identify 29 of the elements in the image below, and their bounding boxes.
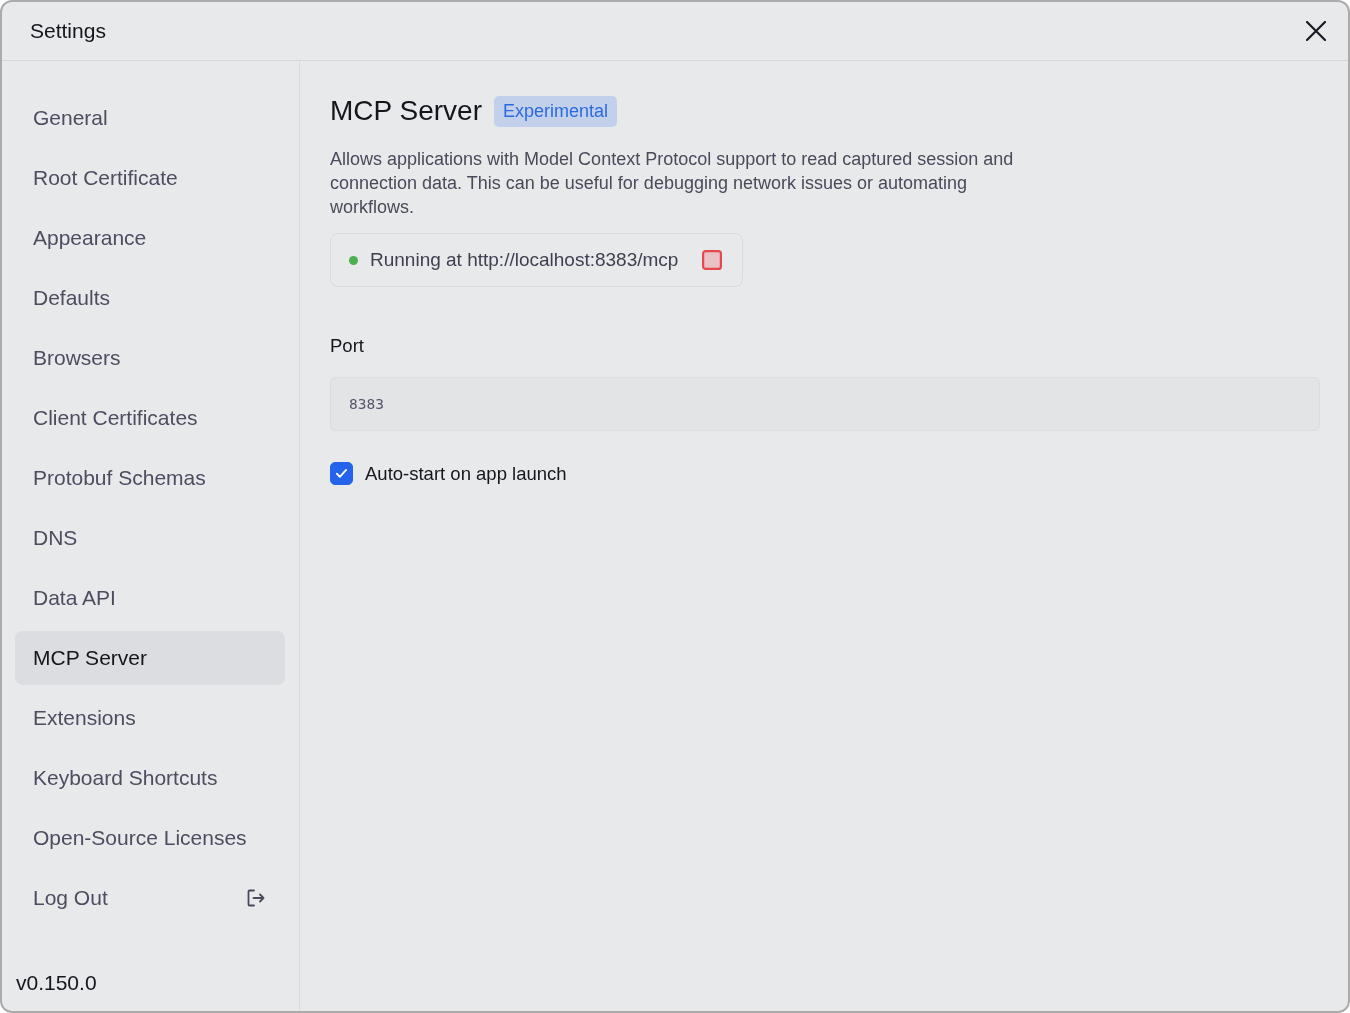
sidebar-item[interactable]: DNS [15, 511, 285, 565]
logout-icon [247, 889, 265, 907]
checkbox[interactable] [330, 462, 353, 485]
sidebar-item[interactable]: Defaults [15, 271, 285, 325]
status-text: Running at http://localhost:8383/mcp [370, 249, 679, 271]
sidebar-item[interactable]: General [15, 91, 285, 145]
sidebar-item[interactable]: MCP Server [15, 631, 285, 685]
window-title: Settings [30, 19, 106, 43]
port-input[interactable]: 8383 [330, 377, 1320, 431]
sidebar-item[interactable]: Open-Source Licenses [15, 811, 285, 865]
sidebar-item[interactable]: Client Certificates [15, 391, 285, 445]
stop-icon[interactable] [702, 250, 723, 270]
close-button[interactable] [1306, 21, 1326, 41]
sidebar-item[interactable]: Log Out [15, 871, 285, 925]
sidebar-item[interactable]: Protobuf Schemas [15, 451, 285, 505]
description-text: Allows applications with Model Context Protocol support to read captured session and connection data. This can be useful for debugging network issues or automating workflows. [330, 148, 1015, 219]
checkbox-label: Auto-start on app launch [365, 462, 567, 485]
sidebar-item[interactable]: Extensions [15, 691, 285, 745]
page-title: MCP Server [330, 95, 482, 127]
close-icon [1306, 21, 1326, 41]
sidebar-item[interactable]: Appearance [15, 211, 285, 265]
port-label: Port [330, 335, 364, 357]
sidebar-item[interactable]: Keyboard Shortcuts [15, 751, 285, 805]
version-label: v0.150.0 [16, 971, 97, 995]
experimental-badge: Experimental [493, 95, 617, 127]
checkmark-icon [336, 469, 347, 478]
sidebar-item[interactable]: Data API [15, 571, 285, 625]
sidebar-item[interactable]: Root Certificate [15, 151, 285, 205]
sidebar-item[interactable]: Browsers [15, 331, 285, 385]
